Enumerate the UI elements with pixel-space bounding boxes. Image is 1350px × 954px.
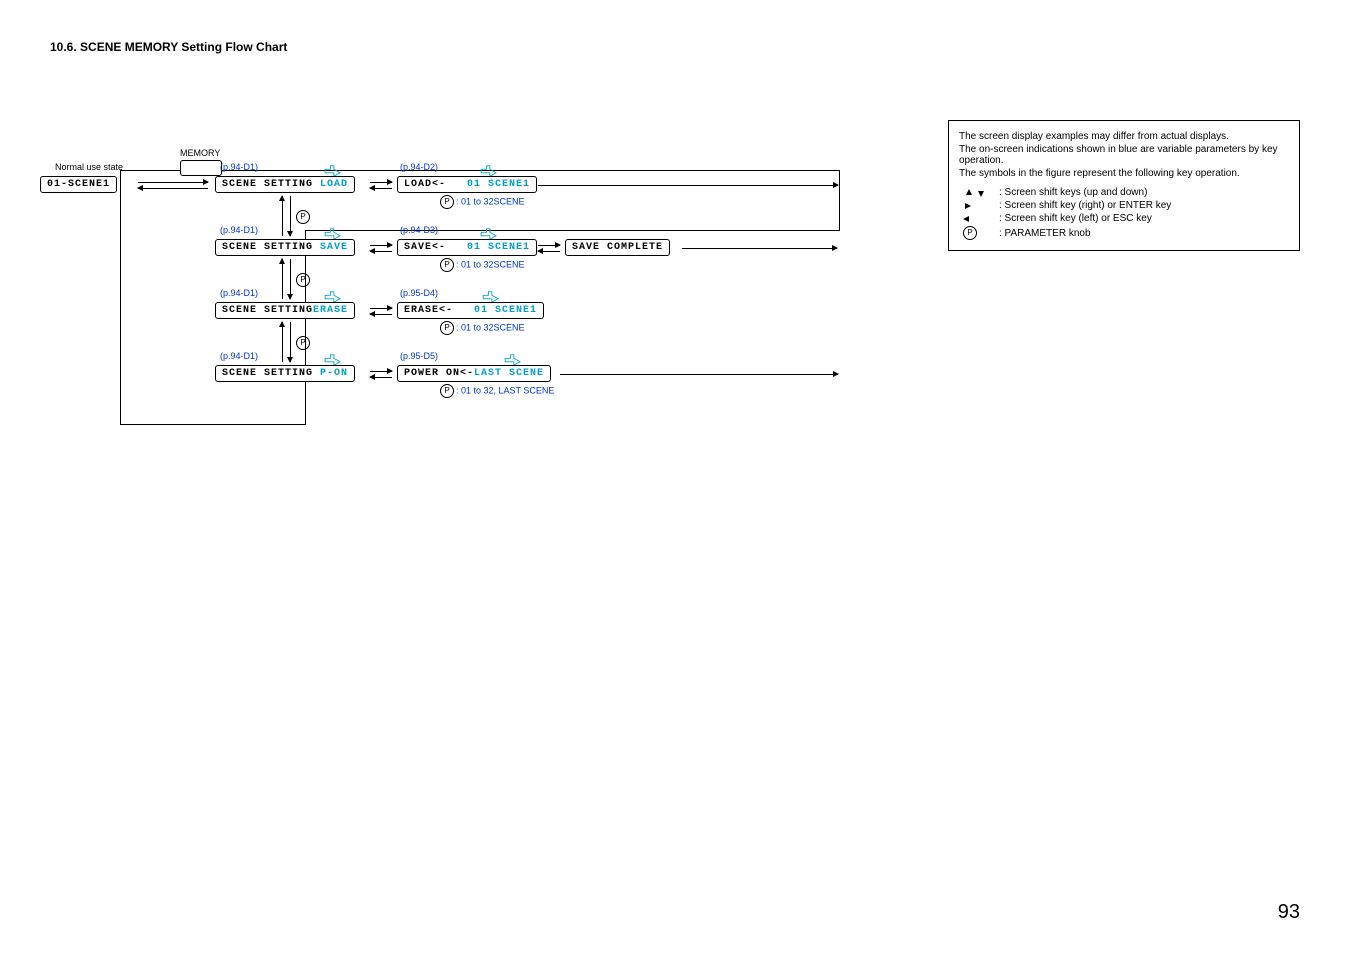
ref-d3: (p.94-D3) xyxy=(400,225,438,235)
lcd-var: ERASE xyxy=(313,305,348,316)
arrow xyxy=(370,251,392,252)
lcd-text: SAVE<- xyxy=(404,242,446,253)
arrow-right-icon xyxy=(963,202,971,210)
p-range: : 01 to 32SCENE xyxy=(456,259,525,269)
lcd-save-right: SAVE<- 01 SCENE1 xyxy=(397,239,537,256)
p-knob-icon: P xyxy=(440,258,454,272)
legend-text: : Screen shift keys (up and down) xyxy=(999,187,1147,198)
lcd-text: SCENE SETTING xyxy=(222,305,313,316)
p-range: : 01 to 32SCENE xyxy=(456,322,525,332)
arrow xyxy=(370,377,392,378)
lcd-erase-left: SCENE SETTINGERASE xyxy=(215,302,355,319)
legend-box: The screen display examples may differ f… xyxy=(948,120,1300,251)
arrow xyxy=(538,251,560,252)
p-knob-icon: P xyxy=(296,336,310,350)
arrow xyxy=(538,245,560,246)
legend-line3: The symbols in the figure represent the … xyxy=(959,168,1289,179)
arrow xyxy=(370,245,392,246)
p-knob-icon: P xyxy=(296,273,310,287)
p-note-erase: P: 01 to 32SCENE xyxy=(440,321,525,335)
legend-list: : Screen shift keys (up and down) : Scre… xyxy=(959,187,1289,240)
ref-d1-save: (p.94-D1) xyxy=(220,225,258,235)
arrow xyxy=(370,371,392,372)
lcd-var: P-ON xyxy=(320,368,348,379)
legend-text: : Screen shift key (right) or ENTER key xyxy=(999,200,1171,211)
ref-d1-erase: (p.94-D1) xyxy=(220,288,258,298)
arrow xyxy=(370,314,392,315)
p-knob-icon: P xyxy=(440,384,454,398)
arrow-up-icon xyxy=(963,189,971,197)
frame-left-right xyxy=(305,230,306,425)
memory-label: MEMORY xyxy=(180,148,220,158)
lcd-var: 01 SCENE1 xyxy=(467,242,530,253)
legend-row-updown: : Screen shift keys (up and down) xyxy=(963,187,1289,198)
p-knob-icon: P xyxy=(440,195,454,209)
arrow xyxy=(370,182,392,183)
lcd-var: LOAD xyxy=(320,179,348,190)
arrow xyxy=(290,322,291,362)
lcd-text: SCENE SETTING xyxy=(222,179,320,190)
normal-use-label: Normal use state xyxy=(55,162,123,172)
arrow xyxy=(138,188,208,189)
section-title: 10.6. SCENE MEMORY Setting Flow Chart xyxy=(50,40,1300,54)
lcd-load-right: LOAD<- 01 SCENE1 xyxy=(397,176,537,193)
lcd-var: SAVE xyxy=(320,242,348,253)
flowchart: Normal use state 01-SCENE1 MEMORY (p.94-… xyxy=(60,120,880,440)
legend-line2: The on-screen indications shown in blue … xyxy=(959,144,1289,166)
legend-row-right: : Screen shift key (right) or ENTER key xyxy=(963,200,1289,211)
p-note-load: P: 01 to 32SCENE xyxy=(440,195,525,209)
lcd-pon-right: POWER ON<-LAST SCENE xyxy=(397,365,551,382)
p-knob-icon: P xyxy=(963,226,977,240)
lcd-text: LOAD<- xyxy=(404,179,446,190)
legend-line1: The screen display examples may differ f… xyxy=(959,131,1289,142)
lcd-var: LAST SCENE xyxy=(474,368,544,379)
lcd-var: 01 SCENE1 xyxy=(474,305,537,316)
lcd-var: 01 SCENE1 xyxy=(467,179,530,190)
arrow xyxy=(682,248,837,249)
arrow xyxy=(370,308,392,309)
legend-row-left: : Screen shift key (left) or ESC key xyxy=(963,213,1289,224)
arrow xyxy=(282,196,283,236)
p-knob-icon: P xyxy=(296,210,310,224)
ref-d1-pon: (p.94-D1) xyxy=(220,351,258,361)
arrow xyxy=(282,322,283,362)
arrow xyxy=(290,259,291,299)
frame-top-bottom xyxy=(305,230,840,231)
ref-d5: (p.95-D5) xyxy=(400,351,438,361)
p-note-pon: P: 01 to 32, LAST SCENE xyxy=(440,384,554,398)
ref-d2: (p.94-D2) xyxy=(400,162,438,172)
lcd-pon-left: SCENE SETTING P-ON xyxy=(215,365,355,382)
lcd-text: SCENE SETTING xyxy=(222,242,320,253)
arrow xyxy=(370,188,392,189)
legend-row-p: P : PARAMETER knob xyxy=(963,226,1289,240)
lcd-save-complete: SAVE COMPLETE xyxy=(565,239,670,256)
arrow xyxy=(560,374,838,375)
arrow xyxy=(538,185,838,186)
lcd-text: ERASE<- xyxy=(404,305,453,316)
start-lcd: 01-SCENE1 xyxy=(40,176,117,193)
arrow-down-icon xyxy=(975,189,983,197)
lcd-erase-right: ERASE<- 01 SCENE1 xyxy=(397,302,544,319)
arrow xyxy=(290,196,291,236)
arrow-left-icon xyxy=(963,215,971,223)
legend-text: : Screen shift key (left) or ESC key xyxy=(999,213,1152,224)
lcd-load-left: SCENE SETTING LOAD xyxy=(215,176,355,193)
arrow xyxy=(282,259,283,299)
p-range: : 01 to 32, LAST SCENE xyxy=(456,385,554,395)
lcd-text: SCENE SETTING xyxy=(222,368,320,379)
ref-d4: (p.95-D4) xyxy=(400,288,438,298)
p-range: : 01 to 32SCENE xyxy=(456,196,525,206)
page-number: 93 xyxy=(1278,901,1300,924)
p-note-save: P: 01 to 32SCENE xyxy=(440,258,525,272)
lcd-text: POWER ON<- xyxy=(404,368,474,379)
legend-text: : PARAMETER knob xyxy=(999,228,1091,239)
arrow xyxy=(138,182,208,183)
lcd-save-left: SCENE SETTING SAVE xyxy=(215,239,355,256)
p-knob-icon: P xyxy=(440,321,454,335)
memory-button-icon xyxy=(180,160,222,176)
ref-d1-load: (p.94-D1) xyxy=(220,162,258,172)
